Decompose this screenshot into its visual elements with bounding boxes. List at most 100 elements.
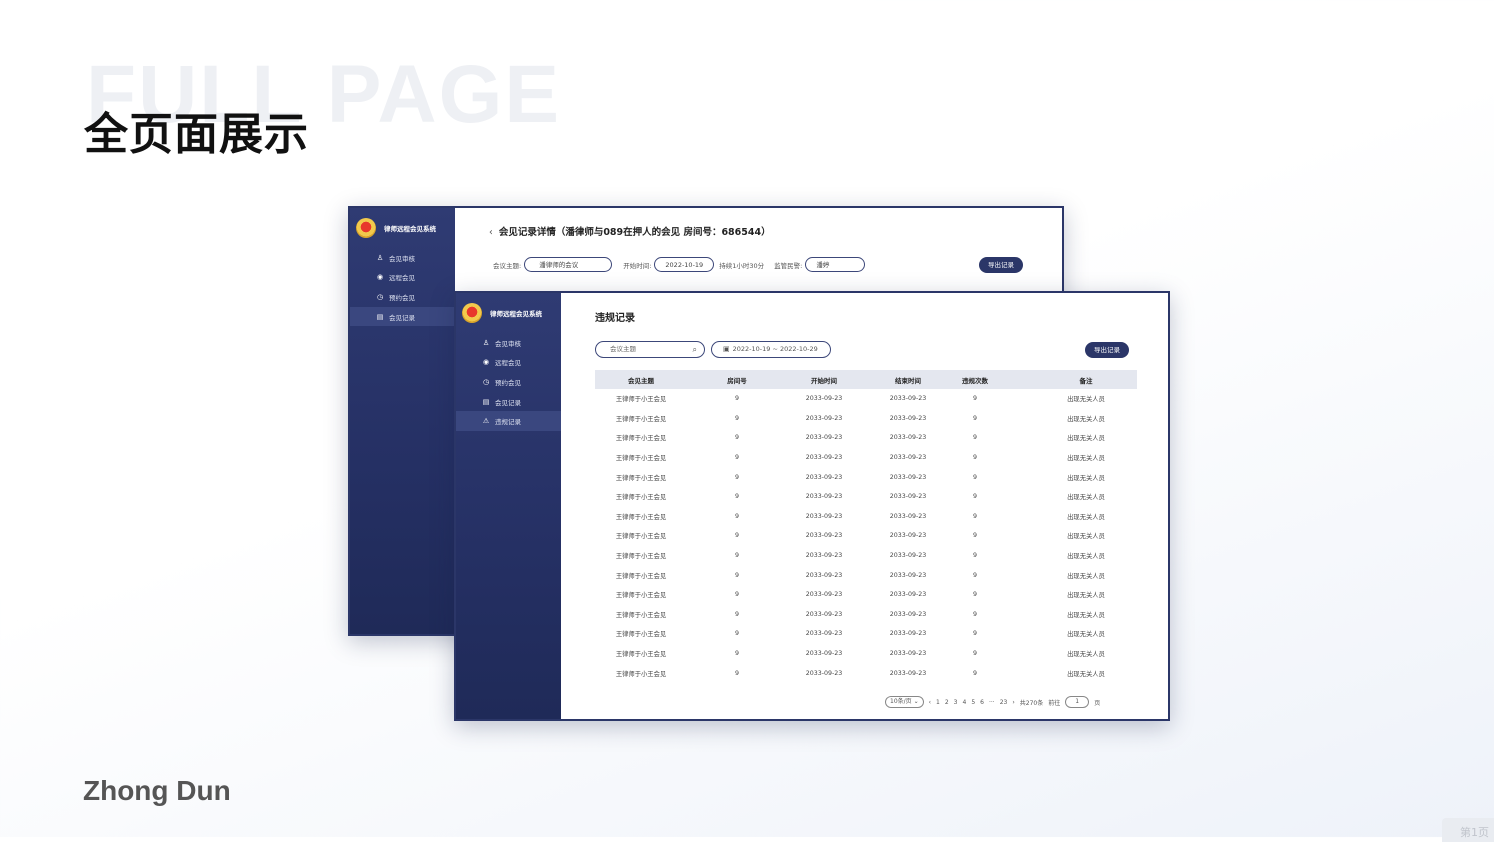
table-cell: 王律师于小王会见 <box>615 533 667 541</box>
sidebar-item-3[interactable]: ▤ 会见记录 <box>350 306 455 327</box>
export-button[interactable]: 导出记录 <box>1085 342 1129 358</box>
sidebar-item-2[interactable]: ◷ 预约会见 <box>456 372 561 392</box>
page-number[interactable]: 1 <box>936 699 940 706</box>
table-cell: 9 <box>734 630 739 638</box>
detail-title-text: 会见记录详情（潘律师与089在押人的会见 房间号：686544） <box>498 227 771 238</box>
page-size-select[interactable]: 10条/页 ⌄ <box>885 696 924 708</box>
supervisor-field[interactable]: 潘婷 <box>805 257 866 272</box>
page-number[interactable]: 3 <box>954 699 958 706</box>
page-number[interactable]: 5 <box>971 699 975 706</box>
next-page-icon[interactable]: › <box>1012 699 1014 706</box>
violation-content: 违规记录 会议主题 ⌕ ▣ 2022-10-19 ~ 2022-10-29 导出记… <box>561 293 1168 719</box>
table-cell: 9 <box>734 512 739 520</box>
page-number[interactable]: 4 <box>962 699 966 706</box>
table-row[interactable]: 王律师于小王会见 9 2033-09-23 2033-09-23 9 出现无关人员 <box>595 585 1137 605</box>
table-row[interactable]: 王律师于小王会见 9 2033-09-23 2033-09-23 9 出现无关人员 <box>595 409 1137 429</box>
export-button[interactable]: 导出记录 <box>979 257 1023 273</box>
user-icon: ♙ <box>482 338 490 347</box>
supervisor-label: 监管民警: <box>774 261 803 270</box>
start-field[interactable]: 2022-10-19 <box>654 257 715 272</box>
page-number[interactable]: 2 <box>945 699 949 706</box>
table-cell: 9 <box>734 395 739 403</box>
table-cell: 2033-09-23 <box>805 395 843 403</box>
table-cell: 9 <box>972 532 977 540</box>
user-icon: ♙ <box>376 253 384 262</box>
table-cell: 9 <box>972 434 977 442</box>
table-cell: 2033-09-23 <box>805 669 843 677</box>
table-row[interactable]: 王律师于小王会见 9 2033-09-23 2033-09-23 9 出现无关人员 <box>595 663 1137 683</box>
table-cell: 王律师于小王会见 <box>615 513 667 521</box>
table-cell: 2033-09-23 <box>805 610 843 618</box>
column-header: 备注 <box>1079 376 1093 385</box>
topic-label: 会议主题: <box>493 261 522 270</box>
table-cell: 王律师于小王会见 <box>615 592 667 600</box>
sidebar-item-0[interactable]: ♙ 会见审核 <box>350 248 455 268</box>
page-number[interactable]: 6 <box>980 699 984 706</box>
table-cell: 出现无关人员 <box>1067 435 1105 443</box>
sidebar-item-label: 预约会见 <box>495 378 521 387</box>
table-cell: 王律师于小王会见 <box>615 651 667 659</box>
table-row[interactable]: 王律师于小王会见 9 2033-09-23 2033-09-23 9 出现无关人员 <box>595 624 1137 644</box>
table-cell: 出现无关人员 <box>1067 415 1105 423</box>
sidebar-item-3[interactable]: ▤ 会见记录 <box>456 392 561 412</box>
table-cell: 王律师于小王会见 <box>615 572 667 580</box>
table-cell: 王律师于小王会见 <box>615 396 667 404</box>
table-cell: 9 <box>734 669 739 677</box>
table-cell: 2033-09-23 <box>805 414 843 422</box>
table-row[interactable]: 王律师于小王会见 9 2033-09-23 2033-09-23 9 出现无关人员 <box>595 526 1137 546</box>
goto-page-input[interactable]: 1 <box>1065 696 1090 708</box>
column-header: 违规次数 <box>962 376 988 385</box>
brand-name: Zhong Dun <box>83 775 231 806</box>
search-icon[interactable]: ⌕ <box>693 342 697 357</box>
date-range-picker[interactable]: ▣ 2022-10-19 ~ 2022-10-29 <box>711 341 831 358</box>
back-arrow-icon[interactable]: ‹ <box>489 227 493 238</box>
sidebar-item-label: 会见审核 <box>389 254 415 263</box>
table-row[interactable]: 王律师于小王会见 9 2033-09-23 2033-09-23 9 出现无关人员 <box>595 546 1137 566</box>
search-input[interactable]: 会议主题 ⌕ <box>595 341 705 358</box>
table-cell: 9 <box>972 552 977 560</box>
sidebar-item-1[interactable]: ◉ 远程会见 <box>350 268 455 288</box>
table-cell: 2033-09-23 <box>889 552 927 560</box>
table-row[interactable]: 王律师于小王会见 9 2033-09-23 2033-09-23 9 出现无关人员 <box>595 448 1137 468</box>
sidebar-item-2[interactable]: ◷ 预约会见 <box>350 287 455 307</box>
table-cell: 出现无关人员 <box>1067 513 1105 521</box>
document-icon: ▤ <box>376 312 384 321</box>
table-row[interactable]: 王律师于小王会见 9 2033-09-23 2033-09-23 9 出现无关人员 <box>595 467 1137 487</box>
sidebar-nav: ♙ 会见审核 ◉ 远程会见 ◷ 预约会见 ▤ 会见记录 <box>350 248 455 327</box>
detail-filter-row: 会议主题: 潘律师的会议 开始时间: 2022-10-19 持续1小时30分 监… <box>493 257 870 272</box>
table-cell: 2033-09-23 <box>889 571 927 579</box>
table-cell: 出现无关人员 <box>1067 455 1105 463</box>
table-cell: 2033-09-23 <box>889 395 927 403</box>
table-cell: 出现无关人员 <box>1067 553 1105 561</box>
table-cell: 9 <box>734 591 739 599</box>
page-number[interactable]: ··· <box>989 699 995 706</box>
page-number[interactable]: 23 <box>1000 699 1008 706</box>
table-row[interactable]: 王律师于小王会见 9 2033-09-23 2033-09-23 9 出现无关人员 <box>595 644 1137 664</box>
start-label: 开始时间: <box>623 261 652 270</box>
table-cell: 9 <box>734 532 739 540</box>
table-row[interactable]: 王律师于小王会见 9 2033-09-23 2033-09-23 9 出现无关人员 <box>595 428 1137 448</box>
clock-icon: ◷ <box>482 377 490 386</box>
table-row[interactable]: 王律师于小王会见 9 2033-09-23 2033-09-23 9 出现无关人员 <box>595 565 1137 585</box>
table-cell: 王律师于小王会见 <box>615 611 667 619</box>
table-row[interactable]: 王律师于小王会见 9 2033-09-23 2033-09-23 9 出现无关人员 <box>595 487 1137 507</box>
page-tab[interactable]: 第1页 <box>1442 818 1494 842</box>
topic-field[interactable]: 潘律师的会议 <box>524 257 613 272</box>
police-emblem-icon <box>356 218 376 238</box>
system-name: 律师远程会见系统 <box>384 225 436 233</box>
table-row[interactable]: 王律师于小王会见 9 2033-09-23 2033-09-23 9 出现无关人员 <box>595 507 1137 527</box>
table-cell: 9 <box>972 454 977 462</box>
table-cell: 出现无关人员 <box>1067 533 1105 541</box>
sidebar-item-0[interactable]: ♙ 会见审核 <box>456 333 561 353</box>
sidebar-item-label: 远程会见 <box>495 359 521 368</box>
table-cell: 9 <box>972 610 977 618</box>
table-row[interactable]: 王律师于小王会见 9 2033-09-23 2033-09-23 9 出现无关人员 <box>595 605 1137 625</box>
sidebar-item-4[interactable]: ⚠ 违规记录 <box>456 411 561 431</box>
sidebar-item-1[interactable]: ◉ 远程会见 <box>456 353 561 373</box>
table-cell: 2033-09-23 <box>889 630 927 638</box>
table-row[interactable]: 王律师于小王会见 9 2033-09-23 2033-09-23 9 出现无关人员 <box>595 389 1137 409</box>
date-range-text: 2022-10-19 ~ 2022-10-29 <box>732 345 818 353</box>
prev-page-icon[interactable]: ‹ <box>929 699 931 706</box>
table-cell: 2033-09-23 <box>889 650 927 658</box>
table-cell: 2033-09-23 <box>889 591 927 599</box>
